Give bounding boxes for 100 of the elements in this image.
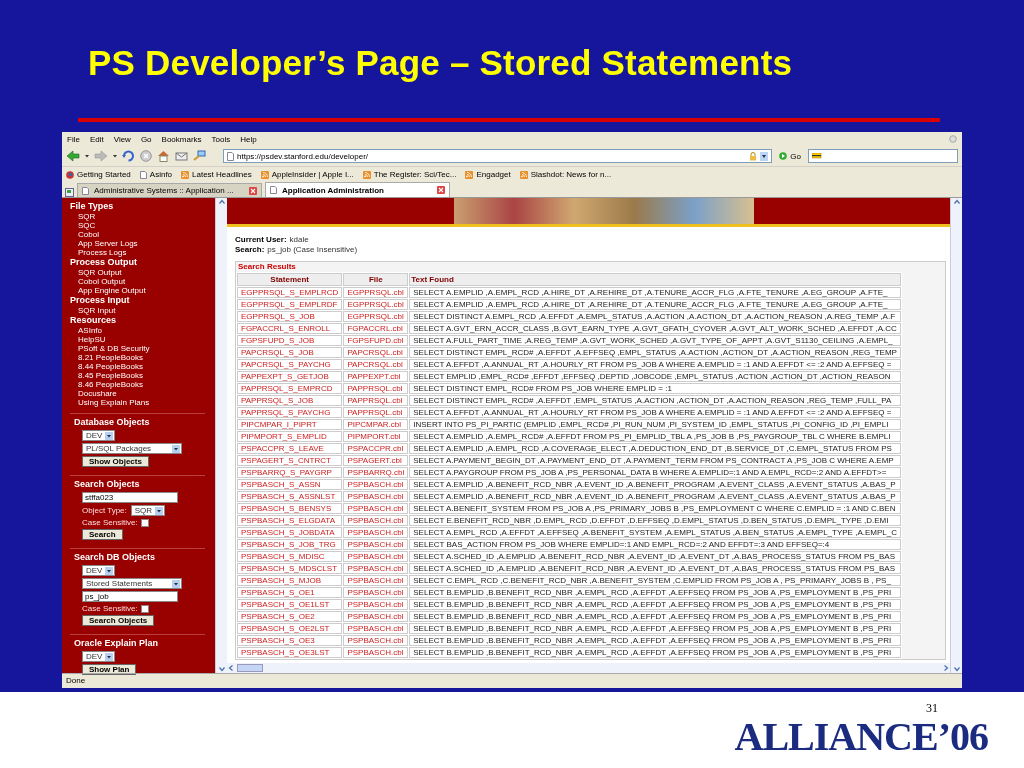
dropdown[interactable]: SQR [130,505,166,516]
table-link[interactable]: PSPBASCH_S_JOB_TRG [237,539,343,550]
table-link[interactable]: PAPCRSQL_S_JOB [237,347,343,358]
table-link[interactable]: PAPPRSQL.cbl [343,383,409,394]
table-link[interactable]: PSPBASCH_S_ASSNLST [237,491,343,502]
dropdown-arrow-icon[interactable] [760,151,769,161]
browser-tab[interactable]: Application Administration [265,182,450,197]
table-link[interactable]: PSPBASCH.cbl [343,527,409,538]
menu-item[interactable]: Bookmarks [161,134,202,144]
table-link[interactable]: PSPBASCH_S_OE2LST [237,623,343,634]
scrollbar[interactable] [950,198,962,673]
table-link[interactable]: PSPBASCH.cbl [343,587,409,598]
scroll-up-icon[interactable] [217,198,226,206]
table-link[interactable]: FGPSFUPD_S_JOB [237,335,343,346]
scrollbar[interactable] [227,663,950,673]
dropdown[interactable]: DEV [82,651,116,662]
sidebar-link[interactable]: 8.45 PeopleBooks [70,371,143,380]
table-link[interactable]: PSPBASCH.cbl [343,479,409,490]
sidebar-link[interactable]: HelpSU [70,335,106,344]
bookmark[interactable]: Getting Started [66,170,131,179]
table-link[interactable]: PSPBASCH.cbl [343,551,409,562]
table-link[interactable]: PSPBASCH.cbl [343,647,409,658]
table-link[interactable]: PSPBASCH.cbl [343,491,409,502]
menu-item[interactable]: File [67,134,80,144]
table-link[interactable]: PSPBASCH_S_MDISC [237,551,343,562]
sidebar-link[interactable]: App Engine Output [70,286,146,295]
table-link[interactable]: PAPPEXPT_S_GETJOB [237,371,343,382]
bookmark[interactable]: Engadget [465,170,511,179]
table-link[interactable]: PSPBASCH_S_OE1LST [237,599,343,610]
table-link[interactable]: EGPPRSQL.cbl [343,287,409,298]
table-link[interactable]: PSPACCPR_S_LEAVE [237,443,343,454]
scrollbar[interactable] [215,198,227,673]
menu-item[interactable]: Tools [211,134,231,144]
scroll-left-icon[interactable] [227,664,235,672]
table-link[interactable]: PSPBASCH_S_MJOB [237,575,343,586]
table-link[interactable]: PAPPRSQL.cbl [343,407,409,418]
table-link[interactable]: PSPAGERT_S_CNTRCT [237,455,343,466]
table-link[interactable]: PAPPRSQL.cbl [343,395,409,406]
tab-list-icon[interactable] [65,188,74,197]
table-link[interactable]: PSPBASCH.cbl [343,635,409,646]
back-arrow-icon[interactable] [66,150,80,162]
address-field[interactable]: https://psdev.stanford.edu/developer/ [223,149,773,163]
table-link[interactable]: PAPCRSQL.cbl [343,347,409,358]
table-link[interactable]: FGPACCRL_S_ENROLL [237,323,343,334]
table-link[interactable]: PSPBARRQ_S_PAYGRP [237,467,343,478]
scroll-up-icon[interactable] [952,198,961,206]
table-link[interactable]: EGPPRSQL_S_EMPLRCD [237,287,343,298]
table-link[interactable]: PIPMPORT_S_EMPLID [237,431,343,442]
sidebar-link[interactable]: PSoft & DB Security [70,344,150,353]
table-link[interactable]: PSPBASCH_S_OE1 [237,587,343,598]
sidebar-link[interactable]: SQR Input [70,306,116,315]
text-field[interactable]: ps_job [82,591,178,602]
sidebar-link[interactable]: Cobol [70,230,99,239]
table-link[interactable]: EGPPRSQL_S_EMPLRDF [237,299,343,310]
table-link[interactable]: PAPCRSQL.cbl [343,359,409,370]
sidebar-link[interactable]: Docushare [70,389,117,398]
bookmark[interactable]: AppleInsider | Apple I... [260,170,354,179]
mail-icon[interactable] [175,150,188,162]
menu-item[interactable]: Edit [89,134,104,144]
sidebar-link[interactable]: 8.21 PeopleBooks [70,353,143,362]
menu-item[interactable]: Help [240,134,257,144]
form-button[interactable]: Show Plan [82,664,137,675]
table-link[interactable]: PIPCMPAR.cbl [343,419,409,430]
table-link[interactable]: PAPPRSQL_S_JOB [237,395,343,406]
table-link[interactable]: PSPBASCH.cbl [343,623,409,634]
stop-icon[interactable] [140,150,152,162]
table-link[interactable]: PSPBASCH_S_MDSCLST [237,563,343,574]
sidebar-link[interactable]: SQR Output [70,268,122,277]
table-link[interactable]: PSPAGERT.cbl [343,455,409,466]
close-icon[interactable] [249,186,257,195]
table-link[interactable]: PAPPEXPT.cbl [343,371,409,382]
caret-icon[interactable] [85,154,89,158]
sidebar-link[interactable]: ASInfo [70,326,102,335]
go-button[interactable]: Go [777,151,803,161]
close-icon[interactable] [437,186,445,194]
table-link[interactable]: PSPBASCH_S_OE3LST [237,647,343,658]
table-link[interactable]: PIPCMPAR_I_PIPRT [237,419,343,430]
table-link[interactable]: PIPMPORT.cbl [343,431,409,442]
dropdown[interactable]: DEV [82,430,116,441]
scroll-down-icon[interactable] [952,665,961,673]
search-field[interactable] [808,149,958,163]
dropdown[interactable]: DEV [82,565,116,576]
table-link[interactable]: PSPBASCH_S_OE2 [237,611,343,622]
table-link[interactable]: EGPPRSQL_S_JOB [237,311,343,322]
table-link[interactable]: PSPBASCH.cbl [343,611,409,622]
menu-item[interactable]: Go [140,134,152,144]
text-field[interactable]: stffa023 [82,492,178,503]
sidebar-link[interactable]: App Server Logs [70,239,138,248]
table-link[interactable]: PSPBASCH.cbl [343,539,409,550]
sidebar-link[interactable]: 8.46 PeopleBooks [70,380,143,389]
table-link[interactable]: FGPSFUPD.cbl [343,335,409,346]
dropdown[interactable]: Stored Statements [82,578,182,589]
sidebar-link[interactable]: Process Logs [70,248,127,257]
table-link[interactable]: PSPBASCH_S_ELGDATA [237,515,343,526]
form-button[interactable]: Show Objects [82,456,149,467]
form-button[interactable]: Search Objects [82,615,155,626]
table-link[interactable]: EGPPRSQL.cbl [343,311,409,322]
sidebar-link[interactable]: SQC [70,221,96,230]
sidebar-link[interactable]: Using Explain Plans [70,398,150,407]
checkbox[interactable] [140,604,149,613]
